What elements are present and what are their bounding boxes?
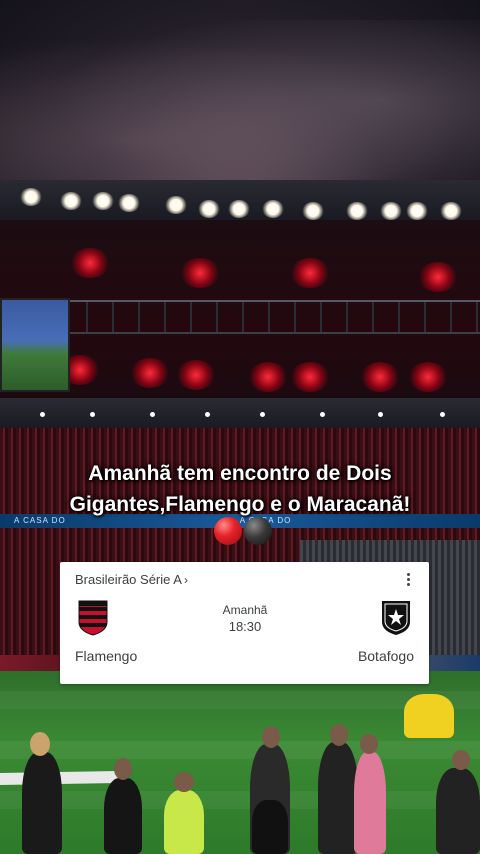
- match-info: Amanhã 18:30: [194, 603, 296, 635]
- person: [22, 752, 62, 854]
- floodlight: [346, 202, 368, 220]
- floodlight: [406, 202, 428, 220]
- caption-line-2: Gigantes,Flamengo e o Maracanã!: [69, 493, 411, 516]
- caption-emojis: [214, 517, 274, 547]
- floodlight: [302, 202, 324, 220]
- black-circle-icon: [244, 517, 272, 545]
- person-head: [174, 772, 194, 792]
- home-team-name: Flamengo: [75, 648, 138, 664]
- competition-link[interactable]: Brasileirão Série A ›: [75, 572, 188, 587]
- red-flare: [70, 248, 110, 278]
- match-card[interactable]: Brasileirão Série A › Flamengo Amanhã 18:…: [60, 562, 429, 684]
- kebab-menu-icon[interactable]: [403, 570, 413, 588]
- floodlight: [262, 200, 284, 218]
- floodlight: [228, 200, 250, 218]
- person-head: [262, 726, 280, 748]
- stadium-background-photo: A CASA DOA CASA DO: [0, 0, 480, 854]
- floodlight: [118, 194, 140, 212]
- away-team-name: Botafogo: [357, 648, 414, 664]
- person: [318, 742, 358, 854]
- red-flare: [290, 258, 330, 288]
- red-flare: [176, 360, 216, 390]
- small-light: [150, 412, 155, 417]
- small-light: [205, 412, 210, 417]
- floodlight: [380, 202, 402, 220]
- small-light: [440, 412, 445, 417]
- caption-line-1: Amanhã tem encontro de Dois: [88, 462, 392, 485]
- stadium-video-screen: [0, 298, 70, 392]
- red-flare: [248, 362, 288, 392]
- floodlight: [165, 196, 187, 214]
- person: [104, 778, 142, 854]
- botafogo-crest-icon: [382, 601, 410, 635]
- floodlight: [92, 192, 114, 210]
- small-light: [320, 412, 325, 417]
- pitch: [0, 671, 480, 854]
- match-time: 18:30: [228, 619, 262, 634]
- person-head: [30, 732, 50, 756]
- red-flare: [418, 262, 458, 292]
- flamengo-crest-icon: [78, 600, 108, 636]
- match-day: Amanhã: [222, 603, 268, 617]
- small-light: [260, 412, 265, 417]
- roof-ring: [0, 398, 480, 428]
- stadium-balcony: [60, 300, 480, 334]
- small-light: [40, 412, 45, 417]
- red-flare: [360, 362, 400, 392]
- person: [354, 752, 386, 854]
- red-flare: [180, 258, 220, 288]
- pitch-stripe: [0, 791, 480, 809]
- person-head: [452, 750, 470, 770]
- red-flare: [408, 362, 448, 392]
- person: [436, 768, 480, 854]
- small-light: [378, 412, 383, 417]
- steward-person: [164, 790, 204, 854]
- red-flare: [130, 358, 170, 388]
- person-head: [114, 758, 132, 780]
- person-head: [360, 734, 378, 754]
- floodlight: [198, 200, 220, 218]
- floodlight: [20, 188, 42, 206]
- video-caption: Amanhã tem encontro de Dois Gigantes,Fla…: [0, 458, 480, 520]
- person: [252, 800, 288, 854]
- competition-label: Brasileirão Série A: [75, 572, 182, 587]
- kids-group: [404, 694, 454, 738]
- red-circle-icon: [214, 517, 242, 545]
- chevron-right-icon: ›: [183, 573, 188, 587]
- red-flare: [290, 362, 330, 392]
- small-light: [90, 412, 95, 417]
- person-head: [330, 724, 348, 746]
- pitch-stripe: [0, 741, 480, 759]
- floodlight: [60, 192, 82, 210]
- floodlight: [440, 202, 462, 220]
